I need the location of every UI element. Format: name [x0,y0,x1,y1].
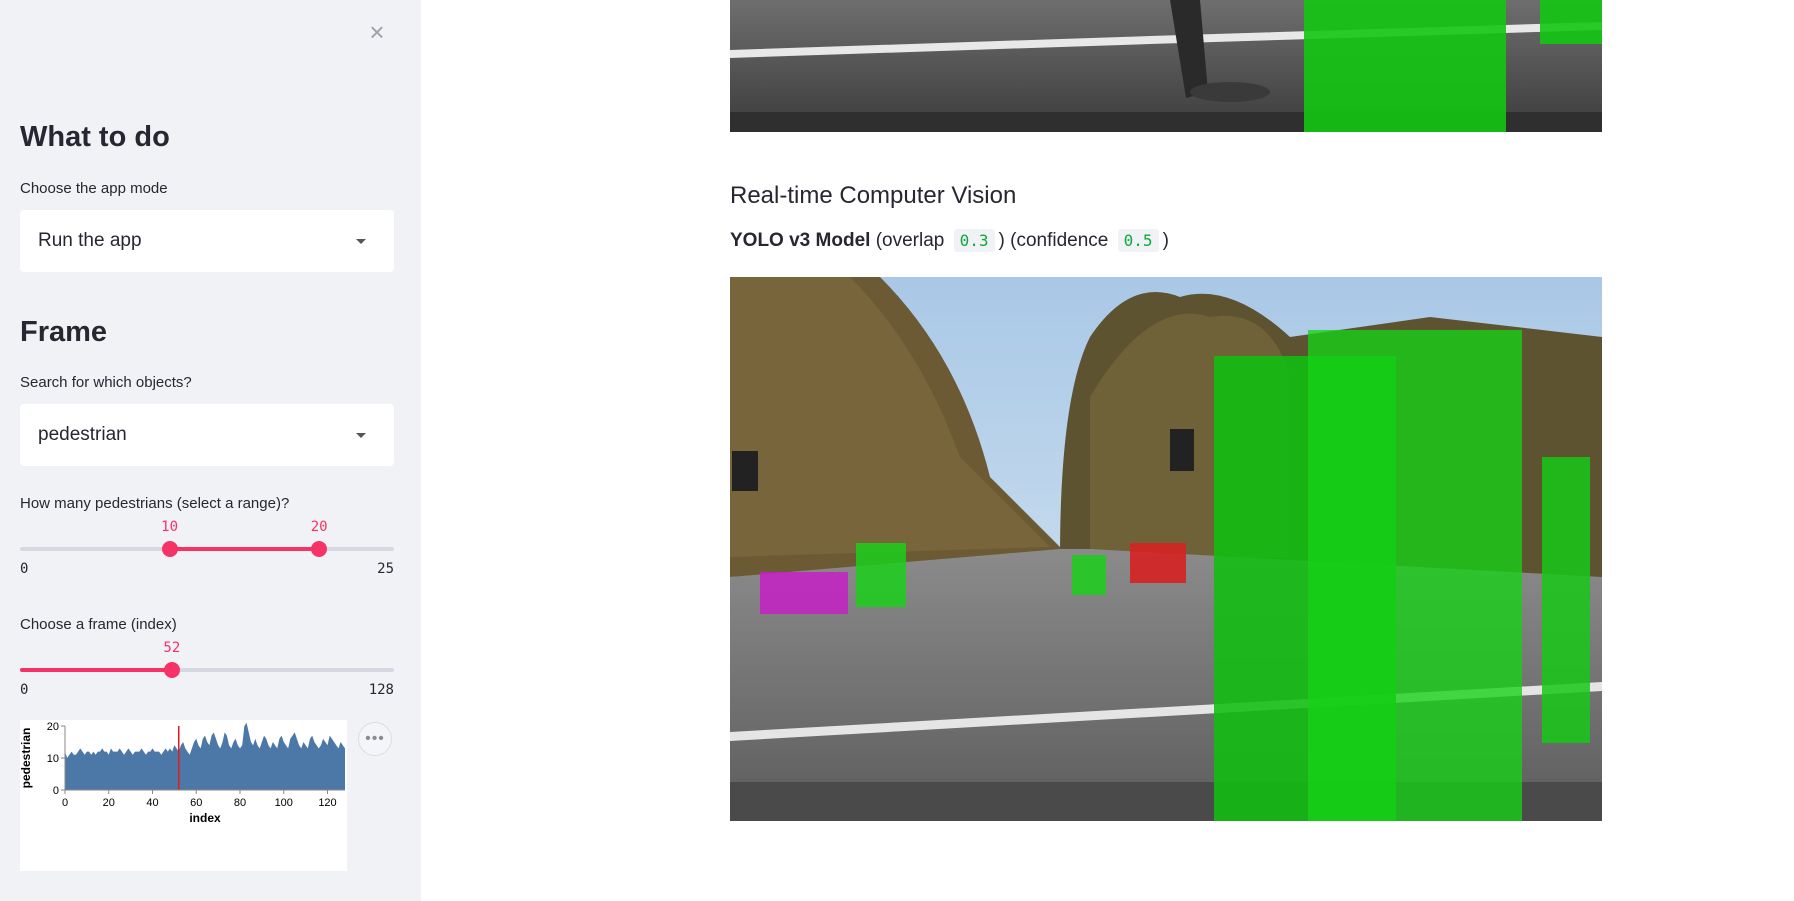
model-caption: YOLO v3 Model (overlap 0.3) (confidence … [730,229,1169,252]
y-tick-label: 20 [47,721,59,733]
x-tick-label: 40 [146,797,158,809]
y-tick-label: 10 [47,753,59,765]
range-max: 25 [377,561,394,577]
range-min: 0 [20,561,29,577]
frame-min: 0 [20,682,29,698]
app-mode-select[interactable]: Run the app [20,210,394,272]
y-tick-label: 0 [53,785,59,797]
range-high-thumb[interactable] [311,541,328,557]
chevron-down-icon [356,238,366,244]
x-tick-label: 20 [103,797,115,809]
chart-actions-button[interactable]: ••• [358,722,392,756]
frame-max: 128 [368,682,394,698]
app-mode-value: Run the app [38,230,142,251]
slider-fill [20,668,172,672]
objects-label: Search for which objects? [20,374,192,391]
close-sidebar-icon[interactable]: × [365,19,389,45]
x-axis-title: index [189,811,221,825]
slider-fill [169,547,320,551]
pedestrian-range-slider[interactable]: 10 20 0 25 [20,519,394,594]
frame-heading: Frame [20,316,108,348]
section-title: Real-time Computer Vision [730,182,1017,209]
chart-area-series [65,722,345,790]
mode-heading: What to do [20,121,170,153]
detection-frame-image [730,277,1602,821]
x-tick-label: 120 [318,797,336,809]
confidence-label: ) (confidence [998,229,1114,251]
objects-value: pedestrian [38,424,127,445]
y-axis-title: pedestrian [20,728,33,789]
pedestrian-chart-svg: 0 20 40 60 80 100 120 0 10 20 index pedestrian [19,721,345,825]
chevron-down-icon [356,432,366,438]
range-low-thumb[interactable] [161,541,178,557]
range-low-value: 10 [161,519,179,535]
frame-value: 52 [163,640,181,656]
confidence-value: 0.5 [1117,229,1159,252]
overlap-value: 0.3 [953,229,995,252]
objects-select[interactable]: pedestrian [20,404,394,466]
model-name: YOLO v3 Model [730,229,871,251]
caption-end: ) [1162,229,1169,251]
app-mode-label: Choose the app mode [20,180,168,197]
sidebar: × What to do Choose the app mode Run the… [0,0,421,901]
x-tick-label: 60 [190,797,202,809]
x-tick-label: 0 [62,797,68,809]
frame-index-slider[interactable]: 52 0 128 [20,640,394,715]
frame-slider-label: Choose a frame (index) [20,616,177,633]
overlap-label: (overlap [870,229,950,251]
previous-frame-image [730,0,1602,132]
frame-thumb[interactable] [163,662,180,678]
x-tick-label: 100 [275,797,293,809]
pedestrian-count-chart: 0 20 40 60 80 100 120 0 10 20 index pedestrian [19,720,347,871]
range-high-value: 20 [310,519,328,535]
x-tick-label: 80 [234,797,246,809]
range-slider-label: How many pedestrians (select a range)? [20,495,290,512]
